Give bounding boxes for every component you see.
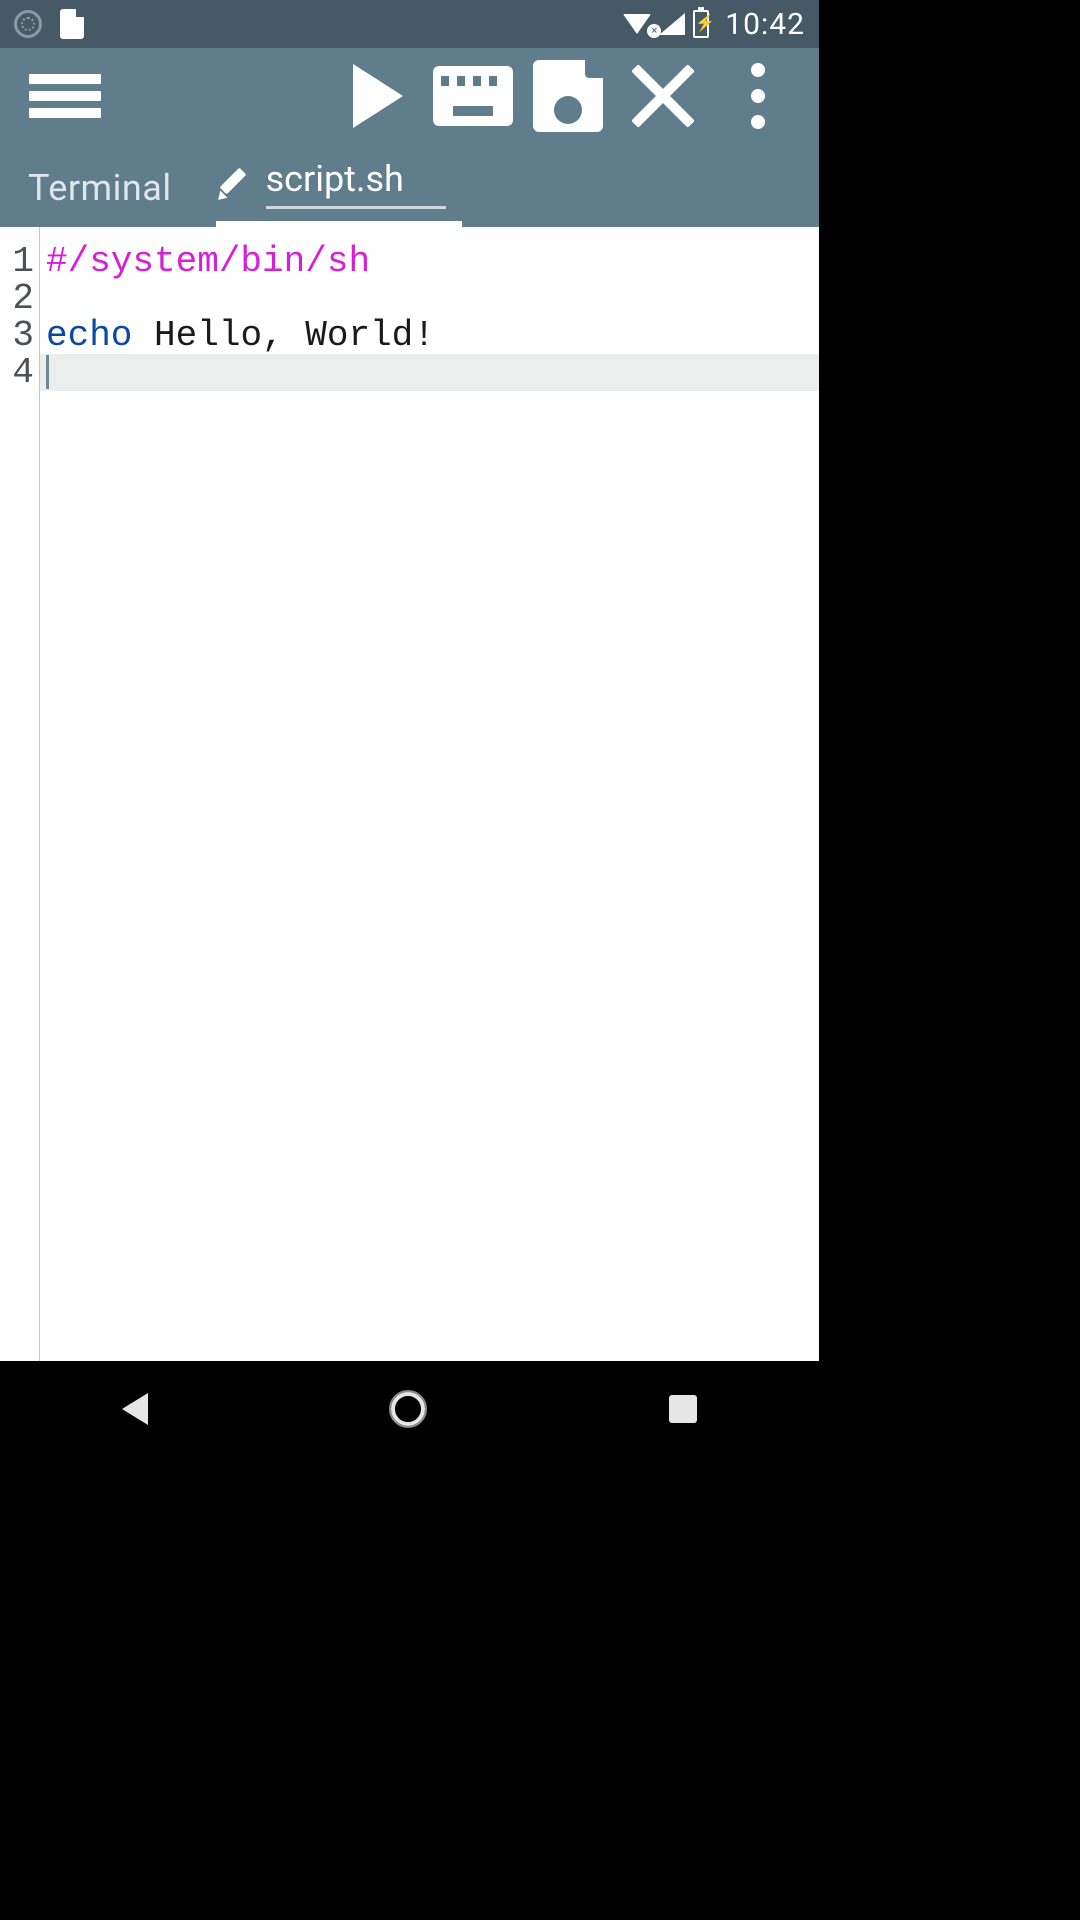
text-cursor — [46, 355, 49, 389]
code-line[interactable] — [46, 280, 819, 317]
filename-input[interactable] — [266, 158, 446, 209]
save-button[interactable] — [520, 48, 615, 143]
nav-home-button[interactable] — [391, 1392, 425, 1426]
loading-indicator-icon — [14, 10, 42, 38]
current-line-highlight — [40, 354, 819, 391]
recent-square-icon — [669, 1395, 697, 1423]
screen: × 10:42 Terminal — [0, 0, 819, 1456]
run-button[interactable] — [330, 48, 425, 143]
line-number: 4 — [0, 354, 33, 391]
sd-card-icon — [60, 9, 84, 39]
line-number: 1 — [0, 243, 33, 280]
code-line[interactable]: echo Hello, World! — [46, 317, 819, 354]
wifi-no-internet-icon: × — [647, 24, 661, 38]
menu-button[interactable] — [14, 48, 109, 143]
tab-terminal-label: Terminal — [28, 167, 172, 209]
app-toolbar — [0, 48, 819, 143]
more-vertical-icon — [751, 63, 765, 129]
status-clock: 10:42 — [725, 7, 805, 42]
tab-terminal[interactable]: Terminal — [28, 149, 188, 227]
play-icon — [353, 64, 403, 128]
hamburger-icon — [29, 68, 101, 124]
android-nav-bar — [0, 1361, 819, 1456]
save-icon — [533, 60, 603, 132]
close-icon — [629, 62, 697, 130]
back-triangle-icon — [122, 1393, 148, 1425]
battery-charging-icon — [693, 10, 709, 38]
close-button[interactable] — [615, 48, 710, 143]
line-number: 2 — [0, 280, 33, 317]
keyboard-icon — [433, 66, 513, 126]
code-line[interactable]: #/system/bin/sh — [46, 243, 819, 280]
line-number: 3 — [0, 317, 33, 354]
android-status-bar: × 10:42 — [0, 0, 819, 48]
keyboard-button[interactable] — [425, 48, 520, 143]
tab-editor[interactable] — [216, 140, 462, 227]
code-area[interactable]: #/system/bin/sh echo Hello, World! — [40, 227, 819, 1361]
code-editor[interactable]: 1234 #/system/bin/sh echo Hello, World! — [0, 227, 819, 1361]
line-number-gutter: 1234 — [0, 227, 40, 1361]
nav-back-button[interactable] — [122, 1393, 148, 1425]
cell-signal-icon — [659, 13, 685, 35]
tab-bar: Terminal — [0, 143, 819, 227]
pencil-icon — [216, 169, 246, 199]
home-circle-icon — [391, 1392, 425, 1426]
nav-recent-button[interactable] — [669, 1395, 697, 1423]
overflow-button[interactable] — [710, 48, 805, 143]
